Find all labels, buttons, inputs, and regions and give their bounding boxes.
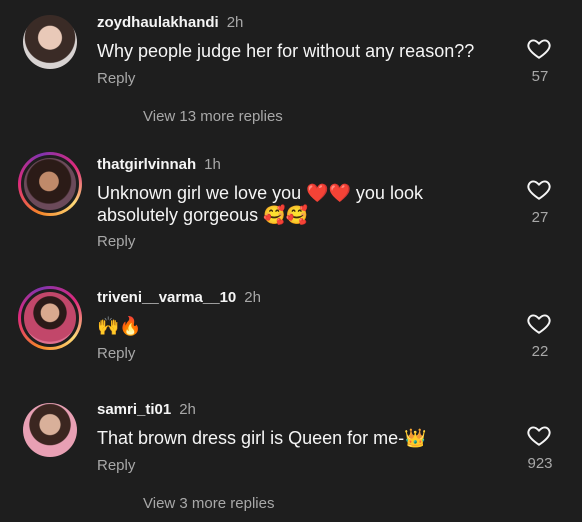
like-count: 22 xyxy=(531,343,549,360)
comment-username[interactable]: zoydhaulakhandi 2h xyxy=(97,14,243,31)
heart-outline-icon xyxy=(527,180,551,200)
avatar-image xyxy=(23,15,77,69)
avatar-image xyxy=(21,155,79,213)
comment-text: 🙌🔥 xyxy=(97,316,142,336)
comment-time: 2h xyxy=(244,289,261,306)
reply-button[interactable]: Reply xyxy=(97,457,135,474)
comment-text: That brown dress girl is Queen for me-👑 xyxy=(97,428,427,448)
comment-text-line: absolutely gorgeous 🥰🥰 xyxy=(97,205,308,225)
heart-outline-icon xyxy=(527,426,551,446)
comment-time: 2h xyxy=(226,14,244,31)
divider xyxy=(97,116,129,117)
like-button[interactable] xyxy=(526,310,552,336)
like-count: 923 xyxy=(527,455,553,472)
view-replies-label: View 3 more replies xyxy=(143,495,275,512)
avatar-story-ring[interactable] xyxy=(18,152,82,216)
view-replies-button[interactable]: View 13 more replies xyxy=(97,108,283,125)
divider xyxy=(97,503,129,504)
like-button[interactable] xyxy=(526,176,552,202)
avatar-image xyxy=(21,289,79,347)
comment-time: 1h xyxy=(204,156,221,173)
comment-time: 2h xyxy=(179,401,196,418)
avatar[interactable] xyxy=(20,400,80,460)
reply-button[interactable]: Reply xyxy=(97,233,135,250)
like-button[interactable] xyxy=(526,422,552,448)
reply-button[interactable]: Reply xyxy=(97,345,135,362)
comment-text-line: Unknown girl we love you ❤️❤️ you look xyxy=(97,183,423,203)
comment-text: Unknown girl we love you ❤️❤️ you look a… xyxy=(97,182,497,226)
reply-button[interactable]: Reply xyxy=(97,70,135,87)
avatar-image xyxy=(23,403,77,457)
view-replies-label: View 13 more replies xyxy=(143,108,283,125)
like-count: 57 xyxy=(531,68,549,85)
heart-outline-icon xyxy=(527,39,551,59)
comment-username[interactable]: thatgirlvinnah 1h xyxy=(97,156,221,173)
comment-username[interactable]: triveni__varma__10 2h xyxy=(97,289,261,306)
comment-username[interactable]: samri_ti01 2h xyxy=(97,401,196,418)
view-replies-button[interactable]: View 3 more replies xyxy=(97,495,274,512)
comment-text: Why people judge her for without any rea… xyxy=(97,41,475,61)
avatar-story-ring[interactable] xyxy=(18,286,82,350)
avatar[interactable] xyxy=(20,12,80,72)
heart-outline-icon xyxy=(527,314,551,334)
like-button[interactable] xyxy=(526,35,552,61)
like-count: 27 xyxy=(531,209,549,226)
